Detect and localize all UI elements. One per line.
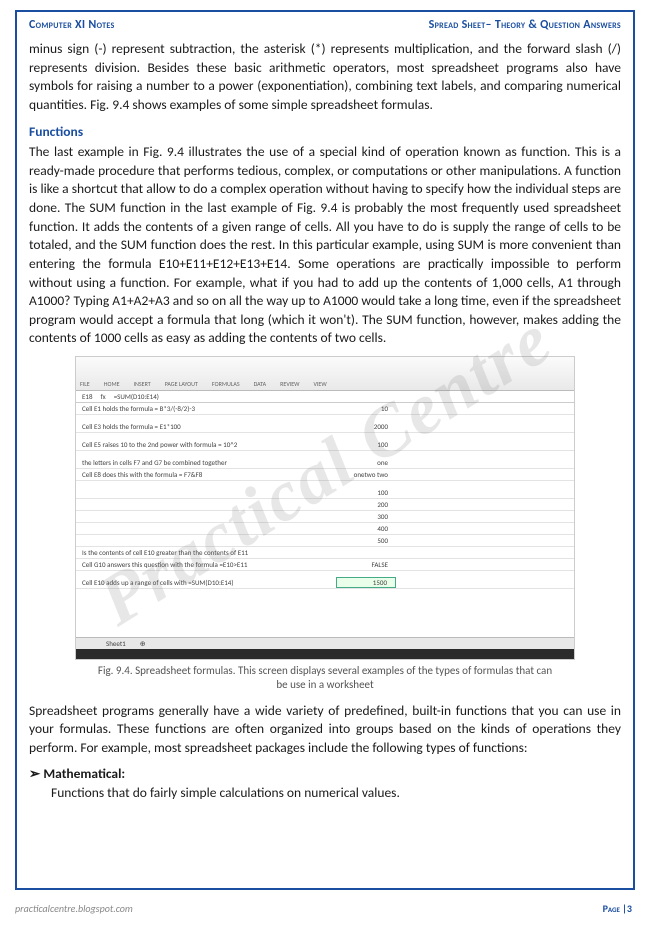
cell-value: onetwo two <box>336 470 396 480</box>
cell-value: 2000 <box>336 422 396 432</box>
fx-icon: fx <box>101 392 106 402</box>
cell-value: 10 <box>336 404 396 414</box>
paragraph-intro: minus sign (-) represent subtraction, th… <box>29 40 621 115</box>
bullet-mathematical-text: Functions that do fairly simple calculat… <box>29 784 621 803</box>
figure-caption: Fig. 9.4. Spreadsheet formulas. This scr… <box>95 664 555 692</box>
page-header: Computer XI Notes Spread Sheet– Theory &… <box>29 18 621 34</box>
cell-label: Cell E5 raises 10 to the 2nd power with … <box>76 440 336 450</box>
cell-value: 500 <box>336 536 396 546</box>
sheet-tab-bar: Sheet1 ⊕ <box>76 637 574 649</box>
ribbon-tab: DATA <box>254 380 267 388</box>
cell-ref: E18 <box>82 392 93 402</box>
cell-label: Is the contents of cell E10 greater than… <box>76 548 336 558</box>
ribbon-tab: INSERT <box>134 380 151 388</box>
header-left: Computer XI Notes <box>29 18 115 32</box>
cell-value: 100 <box>336 488 396 498</box>
ribbon-tab: PAGE LAYOUT <box>165 380 198 388</box>
add-sheet-icon: ⊕ <box>140 639 146 649</box>
header-right: Spread Sheet– Theory & Question Answers <box>429 18 621 32</box>
cell-label: Cell E3 holds the formula = E1*100 <box>76 422 336 432</box>
ribbon-tab: FORMULAS <box>212 380 240 388</box>
formula-text: =SUM(D10:E14) <box>114 392 159 402</box>
excel-ribbon: FILE HOME INSERT PAGE LAYOUT FORMULAS DA… <box>76 357 574 391</box>
paragraph-builtins: Spreadsheet programs generally have a wi… <box>29 702 621 758</box>
excel-status-bar <box>76 649 574 659</box>
ribbon-tab: VIEW <box>314 380 327 388</box>
paragraph-functions: The last example in Fig. 9.4 illustrates… <box>29 143 621 348</box>
ribbon-tab: HOME <box>104 380 120 388</box>
cell-value: 200 <box>336 500 396 510</box>
bullet-mathematical: Mathematical: <box>29 765 621 784</box>
cell-label: Cell E10 adds up a range of cells with =… <box>76 578 336 588</box>
excel-grid: Cell E1 holds the formula = B*3/(-8/2)-3… <box>76 403 574 637</box>
cell-value: 400 <box>336 524 396 534</box>
footer-page-number: Page |3 <box>603 902 632 915</box>
cell-label: Cell E8 does this with the formula = F7&… <box>76 470 336 480</box>
cell-value: 1500 <box>336 577 396 589</box>
section-heading-functions: Functions <box>29 123 621 142</box>
cell-value: 100 <box>336 440 396 450</box>
figure-excel-screenshot: FILE HOME INSERT PAGE LAYOUT FORMULAS DA… <box>75 356 575 660</box>
cell-label: Cell E1 holds the formula = B*3/(-8/2)-3 <box>76 404 336 414</box>
footer-url: practicalcentre.blogspot.com <box>15 902 133 915</box>
cell-label: Cell G10 answers this question with the … <box>76 560 336 570</box>
page-footer: practicalcentre.blogspot.com Page |3 <box>15 902 632 915</box>
cell-value: FALSE <box>336 560 396 570</box>
excel-formula-bar: E18 fx =SUM(D10:E14) <box>76 391 574 403</box>
ribbon-tab: REVIEW <box>280 380 299 388</box>
page-frame: Computer XI Notes Spread Sheet– Theory &… <box>15 10 635 890</box>
body: minus sign (-) represent subtraction, th… <box>29 40 621 803</box>
cell-value: 300 <box>336 512 396 522</box>
ribbon-tab: FILE <box>80 380 90 388</box>
cell-value: one <box>336 458 396 468</box>
cell-label: the letters in cells F7 and G7 be combin… <box>76 458 336 468</box>
sheet-tab: Sheet1 <box>106 639 126 649</box>
